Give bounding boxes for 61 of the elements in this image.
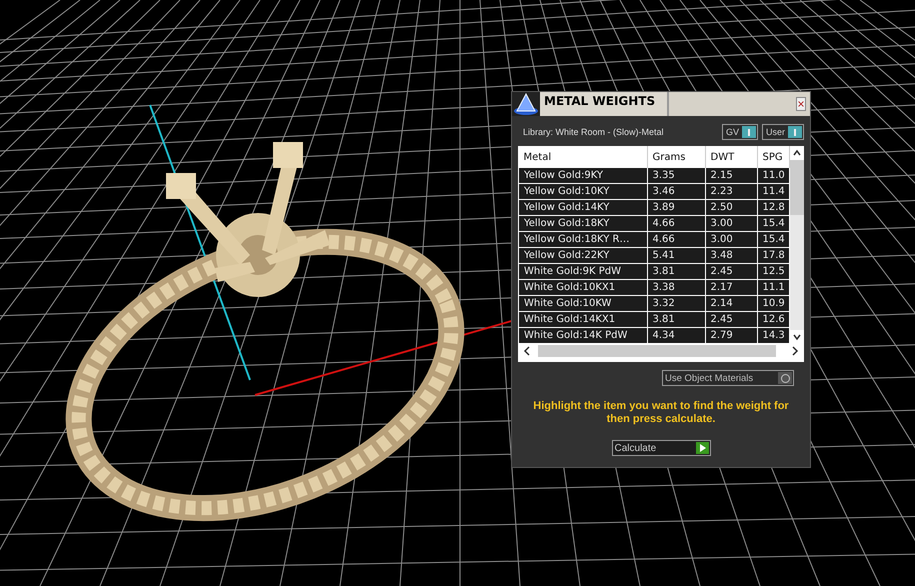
table-cell: White Gold:14K PdW	[518, 328, 647, 344]
table-cell: 2.50	[705, 200, 757, 216]
table-cell: 3.38	[647, 280, 705, 296]
table-cell: White Gold:14KX1	[518, 312, 647, 328]
table-cell: 11.4	[757, 184, 790, 200]
table-cell: White Gold:9K PdW	[518, 264, 647, 280]
table-cell: 3.89	[647, 200, 705, 216]
column-header[interactable]: SPG	[757, 146, 790, 168]
table-cell: 12.8	[757, 200, 790, 216]
table-cell: 10.9	[757, 296, 790, 312]
close-icon	[796, 97, 806, 111]
close-button[interactable]	[792, 92, 810, 116]
table-cell: 15.4	[757, 216, 790, 232]
column-header[interactable]: Grams	[647, 146, 705, 168]
table-cell: Yellow Gold:18KY R…	[518, 232, 647, 248]
pyramid-icon	[513, 92, 539, 116]
table-cell: 12.5	[757, 264, 790, 280]
table-cell: Yellow Gold:9KY	[518, 168, 647, 184]
table-cell: 4.34	[647, 328, 705, 344]
table-cell: 11.0	[757, 168, 790, 184]
table-cell: 2.17	[705, 280, 757, 296]
table-cell: 3.00	[705, 216, 757, 232]
table-cell: 5.41	[647, 248, 705, 264]
table-cell: Yellow Gold:14KY	[518, 200, 647, 216]
table-cell: 17.8	[757, 248, 790, 264]
table-cell: Yellow Gold:22KY	[518, 248, 647, 264]
table-cell: 15.4	[757, 232, 790, 248]
table-cell: 3.48	[705, 248, 757, 264]
column-header[interactable]: DWT	[705, 146, 757, 168]
play-icon	[696, 442, 708, 454]
chevron-right-icon[interactable]	[790, 345, 800, 357]
chevron-left-icon[interactable]	[522, 345, 532, 357]
table-cell: 3.32	[647, 296, 705, 312]
table-cell: 3.81	[647, 312, 705, 328]
table-cell: 2.79	[705, 328, 757, 344]
table-cell: White Gold:10KX1	[518, 280, 647, 296]
table-cell: 11.1	[757, 280, 790, 296]
table-cell: 2.23	[705, 184, 757, 200]
table-cell: 3.46	[647, 184, 705, 200]
use-object-materials-toggle[interactable]: Use Object Materials	[662, 370, 794, 386]
table-cell: 14.3	[757, 328, 790, 344]
table-cell: Yellow Gold:10KY	[518, 184, 647, 200]
library-label: Library: White Room - (Slow)-Metal	[523, 127, 664, 137]
table-cell: 2.15	[705, 168, 757, 184]
toggle-switch[interactable]: GV	[722, 124, 758, 140]
instruction-text: Highlight the item you want to find the weight for then press calculate.	[532, 400, 790, 426]
table-cell: 4.66	[647, 216, 705, 232]
table-cell: 3.00	[705, 232, 757, 248]
table-cell: 2.14	[705, 296, 757, 312]
table-cell: 12.6	[757, 312, 790, 328]
toggle-switch[interactable]: User	[762, 124, 804, 140]
table-cell: Yellow Gold:18KY	[518, 216, 647, 232]
table-cell: 4.66	[647, 232, 705, 248]
table-cell: 2.45	[705, 264, 757, 280]
table-cell: 3.35	[647, 168, 705, 184]
table-cell: 3.81	[647, 264, 705, 280]
table-cell: White Gold:10KW	[518, 296, 647, 312]
calculate-button[interactable]: Calculate	[612, 440, 710, 456]
column-header[interactable]: Metal	[518, 146, 647, 168]
table-cell: 2.45	[705, 312, 757, 328]
dialog-title: METAL WEIGHTS	[540, 92, 668, 116]
